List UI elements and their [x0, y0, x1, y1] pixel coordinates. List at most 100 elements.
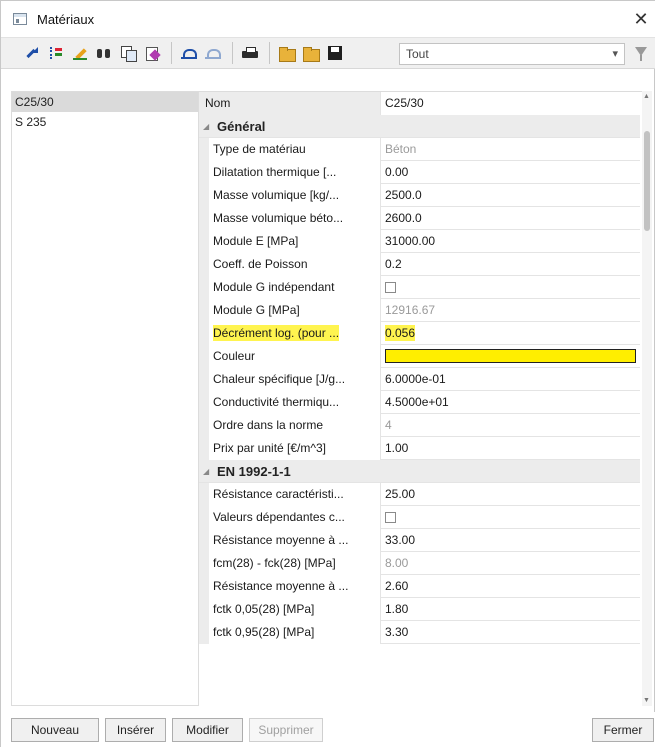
- property-value[interactable]: 6.0000e-01: [381, 368, 640, 391]
- toolbar-separator: [232, 42, 233, 64]
- property-name: Conductivité thermiqu...: [209, 391, 381, 414]
- property-value[interactable]: 1.00: [381, 437, 640, 460]
- tree-icon[interactable]: [45, 42, 67, 64]
- grid-scrollbar[interactable]: ▲ ▼: [642, 91, 652, 706]
- module-g-independent-checkbox[interactable]: [385, 282, 396, 293]
- property-value[interactable]: 2600.0: [381, 207, 640, 230]
- color-swatch[interactable]: [385, 349, 636, 363]
- highlighted-label: Décrément log. (pour ...: [213, 325, 340, 341]
- filter-icon[interactable]: [633, 45, 649, 63]
- property-value: [381, 506, 640, 529]
- collapse-icon[interactable]: ◢: [203, 460, 209, 483]
- property-row[interactable]: Résistance caractéristi... 25.00: [199, 483, 640, 506]
- property-value[interactable]: C25/30: [381, 92, 640, 115]
- insert-button[interactable]: Insérer: [105, 718, 166, 742]
- close-dialog-button[interactable]: Fermer: [592, 718, 654, 742]
- property-name: Décrément log. (pour ...: [209, 322, 381, 345]
- close-button[interactable]: ✕: [626, 1, 655, 37]
- property-value[interactable]: 4.5000e+01: [381, 391, 640, 414]
- property-row[interactable]: Coeff. de Poisson 0.2: [199, 253, 640, 276]
- property-grid: Nom C25/30 ◢ Général Type de matériau Bé…: [199, 91, 650, 706]
- materials-list: C25/30 S 235: [11, 91, 199, 706]
- section-title: Général: [217, 119, 266, 134]
- property-name: Ordre dans la norme: [209, 414, 381, 437]
- title-bar: Matériaux ✕: [1, 1, 655, 37]
- dependent-values-checkbox[interactable]: [385, 512, 396, 523]
- pencil-icon[interactable]: [69, 42, 91, 64]
- property-row[interactable]: Résistance moyenne à ... 2.60: [199, 575, 640, 598]
- property-row-highlighted[interactable]: Décrément log. (pour ... 0.056: [199, 322, 640, 345]
- property-value[interactable]: 0.056: [381, 322, 640, 345]
- property-value[interactable]: 0.2: [381, 253, 640, 276]
- open-folder-icon[interactable]: [276, 42, 298, 64]
- undo-icon[interactable]: [178, 42, 200, 64]
- property-value[interactable]: 33.00: [381, 529, 640, 552]
- property-row[interactable]: Masse volumique béto... 2600.0: [199, 207, 640, 230]
- property-name: Résistance moyenne à ...: [209, 575, 381, 598]
- property-name: fctk 0,05(28) [MPa]: [209, 598, 381, 621]
- property-value[interactable]: 2.60: [381, 575, 640, 598]
- print-icon[interactable]: [239, 42, 261, 64]
- list-item-c25-30[interactable]: C25/30: [12, 92, 198, 112]
- property-value[interactable]: 1.80: [381, 598, 640, 621]
- property-value[interactable]: 25.00: [381, 483, 640, 506]
- property-row[interactable]: Couleur: [199, 345, 640, 368]
- property-row[interactable]: Chaleur spécifique [J/g... 6.0000e-01: [199, 368, 640, 391]
- property-name: Résistance moyenne à ...: [209, 529, 381, 552]
- property-value[interactable]: 2500.0: [381, 184, 640, 207]
- section-en-1992[interactable]: ◢ EN 1992-1-1: [199, 460, 640, 483]
- property-row[interactable]: Masse volumique [kg/... 2500.0: [199, 184, 640, 207]
- section-general[interactable]: ◢ Général: [199, 115, 640, 138]
- property-name: Résistance caractéristi...: [209, 483, 381, 506]
- property-value: 8.00: [385, 556, 409, 570]
- property-row[interactable]: Résistance moyenne à ... 33.00: [199, 529, 640, 552]
- property-value[interactable]: 31000.00: [381, 230, 640, 253]
- property-value[interactable]: 0.00: [381, 161, 640, 184]
- list-item-s235[interactable]: S 235: [12, 112, 198, 132]
- new-button[interactable]: Nouveau: [11, 718, 99, 742]
- property-name: Prix par unité [€/m^3]: [209, 437, 381, 460]
- copy-icon[interactable]: [117, 42, 139, 64]
- property-name: Dilatation thermique [...: [209, 161, 381, 184]
- scroll-thumb[interactable]: [644, 131, 650, 231]
- property-value: [381, 276, 640, 299]
- toolbar-separator: [269, 42, 270, 64]
- property-value: 12916.67: [385, 303, 436, 317]
- property-row[interactable]: fctk 0,05(28) [MPa] 1.80: [199, 598, 640, 621]
- property-value[interactable]: 3.30: [381, 621, 640, 644]
- grid-header-row[interactable]: Nom C25/30: [199, 92, 640, 115]
- filter-dropdown[interactable]: Tout ▾: [399, 43, 625, 65]
- scroll-up-icon[interactable]: ▲: [643, 93, 650, 100]
- property-row[interactable]: Prix par unité [€/m^3] 1.00: [199, 437, 640, 460]
- property-row[interactable]: fcm(28) - fck(28) [MPa] 8.00: [199, 552, 640, 575]
- property-value: Béton: [385, 142, 417, 156]
- delete-button[interactable]: Supprimer: [249, 718, 323, 742]
- property-name: Masse volumique béto...: [209, 207, 381, 230]
- property-row[interactable]: Dilatation thermique [... 0.00: [199, 161, 640, 184]
- modify-button[interactable]: Modifier: [172, 718, 243, 742]
- property-name: Masse volumique [kg/...: [209, 184, 381, 207]
- redo-icon[interactable]: [202, 42, 224, 64]
- property-row[interactable]: Module E [MPa] 31000.00: [199, 230, 640, 253]
- scroll-down-icon[interactable]: ▼: [643, 697, 650, 704]
- button-bar: Nouveau Insérer Modifier Supprimer Ferme…: [1, 712, 655, 747]
- save-icon[interactable]: [324, 42, 346, 64]
- arrow-icon[interactable]: [21, 42, 43, 64]
- property-row[interactable]: Module G [MPa] 12916.67: [199, 299, 640, 322]
- property-row[interactable]: Valeurs dépendantes c...: [199, 506, 640, 529]
- collapse-icon[interactable]: ◢: [203, 115, 209, 138]
- materials-dialog: Matériaux ✕ Tout ▾ C25/30 S 235 Nom C25/…: [0, 0, 655, 747]
- property-row[interactable]: Ordre dans la norme 4: [199, 414, 640, 437]
- property-row[interactable]: Module G indépendant: [199, 276, 640, 299]
- section-title: EN 1992-1-1: [217, 464, 291, 479]
- property-name: Nom: [199, 92, 381, 115]
- open-folder-2-icon[interactable]: [300, 42, 322, 64]
- filter-value: Tout: [406, 47, 429, 61]
- binoculars-icon[interactable]: [93, 42, 115, 64]
- window-icon: [13, 13, 27, 25]
- property-row[interactable]: Type de matériau Béton: [199, 138, 640, 161]
- property-row[interactable]: fctk 0,95(28) [MPa] 3.30: [199, 621, 640, 644]
- property-name: fctk 0,95(28) [MPa]: [209, 621, 381, 644]
- clear-icon[interactable]: [141, 42, 163, 64]
- property-row[interactable]: Conductivité thermiqu... 4.5000e+01: [199, 391, 640, 414]
